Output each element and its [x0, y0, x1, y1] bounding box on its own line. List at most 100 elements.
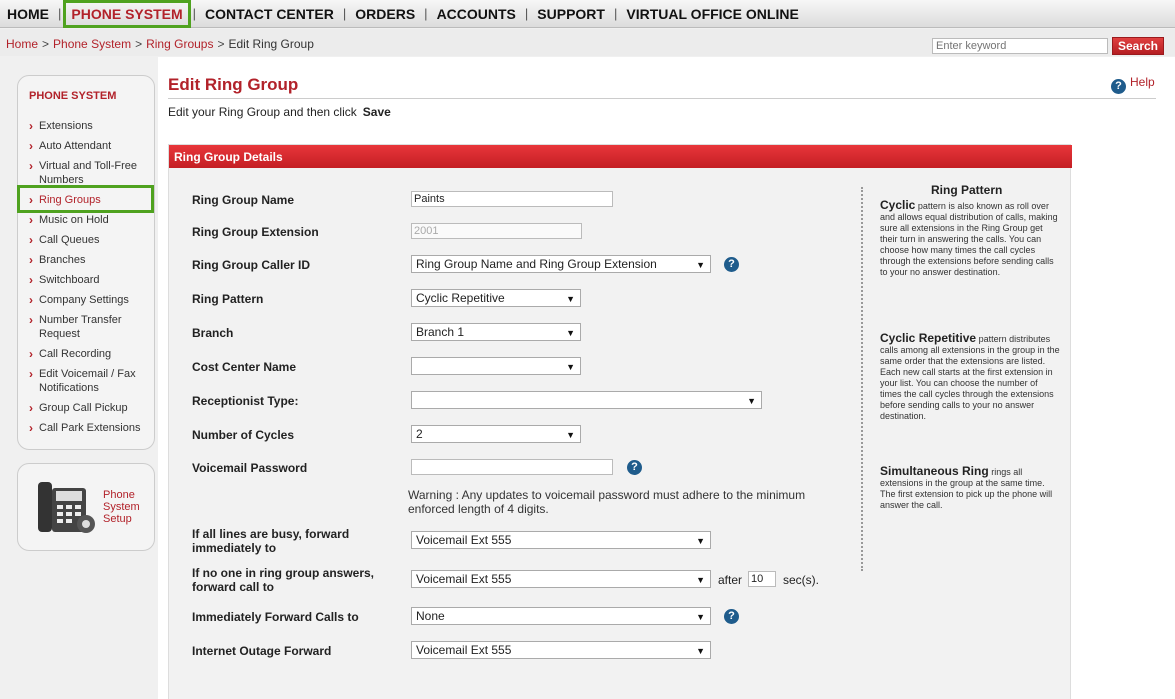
search-input[interactable]	[932, 38, 1108, 54]
caller-id-help-icon[interactable]: ?	[724, 257, 739, 272]
number-of-cycles-label: Number of Cycles	[192, 428, 295, 442]
busy-forward-select[interactable]: Voicemail Ext 555 ▼	[411, 531, 711, 549]
immediate-forward-select[interactable]: None ▼	[411, 607, 711, 625]
top-nav: HOME | PHONE SYSTEM | CONTACT CENTER | O…	[0, 0, 1175, 28]
sidebar-item-branches[interactable]: › Branches	[29, 253, 154, 267]
voicemail-password-input[interactable]	[411, 459, 613, 475]
sidebar-item-call-queues[interactable]: › Call Queues	[29, 233, 154, 247]
number-of-cycles-value: 2	[416, 427, 423, 441]
help-icon: ?	[1111, 79, 1126, 94]
help-link[interactable]: ? Help	[1111, 75, 1155, 94]
chevron-right-icon: ›	[29, 367, 33, 381]
sidebar-item-virtual-numbers[interactable]: › Virtual and Toll-Free Numbers	[29, 159, 154, 187]
sidebar-item-voicemail-fax[interactable]: › Edit Voicemail / Fax Notifications	[29, 367, 154, 395]
sidebar-item-call-recording[interactable]: › Call Recording	[29, 347, 154, 361]
nav-separator: |	[192, 6, 197, 21]
breadcrumb-home[interactable]: Home	[6, 37, 38, 51]
cyclic-repetitive-info: Cyclic Repetitive pattern distributes ca…	[880, 331, 1060, 422]
sidebar-item-label: Call Park Extensions	[39, 422, 141, 434]
nav-virtual-office-online[interactable]: VIRTUAL OFFICE ONLINE	[619, 0, 805, 28]
branch-select[interactable]: Branch 1 ▼	[411, 323, 581, 341]
caller-id-select[interactable]: Ring Group Name and Ring Group Extension…	[411, 255, 711, 273]
sidebar-item-label: Virtual and Toll-Free Numbers	[39, 160, 138, 186]
nav-separator: |	[342, 6, 347, 21]
sidebar-item-label: Switchboard	[39, 274, 100, 286]
sidebar-item-label: Auto Attendant	[39, 140, 112, 152]
ring-group-name-input[interactable]	[411, 191, 613, 207]
voicemail-password-label: Voicemail Password	[192, 461, 308, 475]
voicemail-password-warning: Warning : Any updates to voicemail passw…	[408, 488, 806, 516]
intro-label: Edit your Ring Group and then click	[168, 105, 357, 119]
intro-text: Edit your Ring Group and then click Save	[168, 105, 391, 119]
breadcrumb-bar: Home > Phone System > Ring Groups > Edit Ring …	[0, 29, 1175, 56]
cyclic-info: Cyclic pattern is also known as roll ove…	[880, 198, 1060, 278]
sidebar-item-music-on-hold[interactable]: › Music on Hold	[29, 213, 154, 227]
breadcrumb-ring-groups[interactable]: Ring Groups	[146, 37, 213, 51]
voicemail-password-help-icon[interactable]: ?	[627, 460, 642, 475]
chevron-right-icon: ›	[29, 273, 33, 287]
nav-home[interactable]: HOME	[0, 0, 56, 28]
branch-value: Branch 1	[416, 325, 465, 339]
phone-setup-icon	[38, 482, 95, 533]
chevron-right-icon: ›	[29, 253, 33, 267]
sidebar-item-group-call-pickup[interactable]: › Group Call Pickup	[29, 401, 154, 415]
help-label: Help	[1130, 75, 1155, 89]
sidebar-item-label: Edit Voicemail / Fax Notifications	[39, 368, 136, 394]
chevron-right-icon: ›	[29, 421, 33, 435]
dropdown-arrow-icon: ▼	[696, 575, 705, 585]
sidebar-item-label: Music on Hold	[39, 214, 109, 226]
receptionist-type-select[interactable]: ▼	[411, 391, 762, 409]
breadcrumb: Home > Phone System > Ring Groups > Edit Ring …	[6, 37, 314, 51]
sidebar-item-number-transfer[interactable]: › Number Transfer Request	[29, 313, 154, 341]
dropdown-arrow-icon: ▼	[696, 260, 705, 270]
sidebar-item-company-settings[interactable]: › Company Settings	[29, 293, 154, 307]
chevron-right-icon: ›	[29, 293, 33, 307]
sidebar-item-call-park[interactable]: › Call Park Extensions	[29, 421, 154, 435]
no-answer-forward-select[interactable]: Voicemail Ext 555 ▼	[411, 570, 711, 588]
ring-pattern-select[interactable]: Cyclic Repetitive ▼	[411, 289, 581, 307]
nav-contact-center[interactable]: CONTACT CENTER	[198, 0, 341, 28]
search-button[interactable]: Search	[1112, 37, 1164, 55]
sidebar-item-switchboard[interactable]: › Switchboard	[29, 273, 154, 287]
immediate-forward-help-icon[interactable]: ?	[724, 609, 739, 624]
simultaneous-ring-info: Simultaneous Ring rings all extensions i…	[880, 465, 1060, 511]
cyclic-info-text: pattern is also known as roll over and a…	[880, 201, 1058, 277]
setup-label: Phone System Setup	[103, 489, 140, 525]
outage-forward-select[interactable]: Voicemail Ext 555 ▼	[411, 641, 711, 659]
phone-system-setup-panel[interactable]: Phone System Setup	[17, 463, 155, 551]
cost-center-label: Cost Center Name	[192, 360, 297, 374]
nav-support[interactable]: SUPPORT	[530, 0, 612, 28]
chevron-right-icon: ›	[29, 139, 33, 153]
dropdown-arrow-icon: ▼	[566, 328, 575, 338]
cyclic-repetitive-info-head: Cyclic Repetitive	[880, 331, 977, 345]
nav-accounts[interactable]: ACCOUNTS	[430, 0, 523, 28]
nav-phone-system[interactable]: PHONE SYSTEM	[63, 0, 191, 28]
busy-forward-value: Voicemail Ext 555	[416, 533, 512, 547]
nav-separator: |	[424, 6, 428, 21]
sidebar-item-label: Branches	[39, 254, 86, 266]
chevron-right-icon: ›	[29, 159, 33, 173]
seconds-label: sec(s).	[783, 573, 819, 587]
sidebar-title: PHONE SYSTEM	[29, 90, 117, 102]
chevron-right-icon: ›	[29, 401, 33, 415]
sidebar-item-extensions[interactable]: › Extensions	[29, 119, 154, 133]
sidebar-item-ring-groups[interactable]: › Ring Groups	[29, 193, 154, 207]
cost-center-select[interactable]: ▼	[411, 357, 581, 375]
outage-forward-value: Voicemail Ext 555	[416, 643, 512, 657]
dropdown-arrow-icon: ▼	[747, 396, 756, 406]
sidebar-item-auto-attendant[interactable]: › Auto Attendant	[29, 139, 154, 153]
no-answer-forward-value: Voicemail Ext 555	[416, 572, 512, 586]
cyclic-repetitive-info-text: pattern distributes calls among all exte…	[880, 334, 1060, 421]
nav-orders[interactable]: ORDERS	[348, 0, 422, 28]
cyclic-info-head: Cyclic	[880, 198, 916, 212]
breadcrumb-separator: >	[217, 37, 225, 51]
caller-id-label: Ring Group Caller ID	[192, 258, 311, 272]
info-divider	[861, 187, 863, 571]
no-answer-seconds-input[interactable]	[748, 571, 776, 587]
breadcrumb-separator: >	[42, 37, 50, 51]
nav-separator: |	[524, 6, 529, 21]
sidebar-item-label: Call Recording	[39, 348, 112, 360]
breadcrumb-phone-system[interactable]: Phone System	[53, 37, 131, 51]
number-of-cycles-select[interactable]: 2 ▼	[411, 425, 581, 443]
intro-save: Save	[362, 105, 391, 119]
